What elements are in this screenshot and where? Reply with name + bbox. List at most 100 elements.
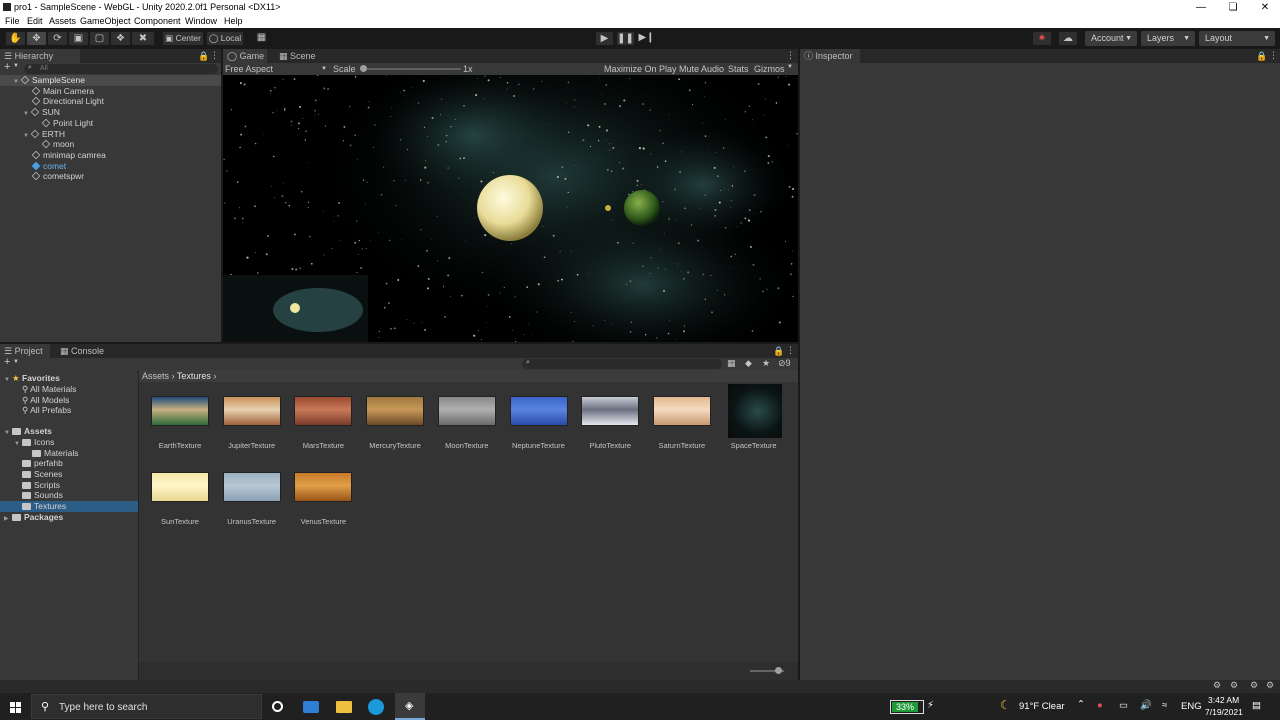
- close-icon[interactable]: ✕: [1248, 0, 1280, 15]
- wifi-icon[interactable]: ≈: [1162, 700, 1167, 711]
- mail-icon[interactable]: [303, 701, 319, 713]
- maximize-on-play-toggle[interactable]: Maximize On Play: [604, 64, 677, 74]
- expand-arrow-icon[interactable]: ▶: [4, 514, 12, 525]
- asset-tile[interactable]: VenusTexture: [287, 472, 359, 542]
- hierarchy-item[interactable]: comet: [0, 161, 221, 172]
- filter-label-icon[interactable]: ◆: [745, 358, 752, 369]
- battery-indicator[interactable]: 33%: [890, 700, 924, 714]
- transform-tool-icon[interactable]: ❖: [110, 31, 131, 46]
- hierarchy-item[interactable]: ▼ ERTH: [0, 129, 221, 140]
- lock-icon[interactable]: 🔒: [773, 346, 784, 357]
- layers-dropdown[interactable]: Layers ▼: [1141, 31, 1195, 46]
- aspect-dropdown[interactable]: Free Aspect ▼: [225, 63, 329, 75]
- folder-tree-item[interactable]: ▶ Packages: [0, 512, 138, 523]
- breadcrumb-textures[interactable]: Textures: [177, 371, 211, 381]
- hand-tool-icon[interactable]: ✋: [5, 31, 26, 46]
- asset-tile[interactable]: SpaceTexture: [718, 384, 790, 466]
- antivirus-icon[interactable]: ●: [1097, 700, 1103, 711]
- tab-hierarchy[interactable]: ☰ Hierarchy: [0, 49, 80, 63]
- thumbnail-size-slider-thumb[interactable]: [775, 667, 782, 674]
- scale-tool-icon[interactable]: ▣: [68, 31, 89, 46]
- scale-slider-thumb[interactable]: [360, 65, 367, 72]
- hierarchy-item[interactable]: moon: [0, 139, 221, 150]
- clock-time[interactable]: 3:42 AM: [1208, 695, 1239, 705]
- hierarchy-item[interactable]: cometspwr: [0, 171, 221, 182]
- panel-menu-icon[interactable]: ⋮: [786, 345, 795, 356]
- tab-inspector[interactable]: ⓘ Inspector: [800, 49, 860, 63]
- asset-tile[interactable]: JupiterTexture: [216, 396, 288, 466]
- menu-window[interactable]: Window: [185, 16, 217, 26]
- asset-tile[interactable]: UranusTexture: [216, 472, 288, 542]
- project-search-input[interactable]: ⌕: [522, 359, 722, 369]
- cloud-icon[interactable]: ☁: [1058, 31, 1078, 46]
- hierarchy-item[interactable]: minimap camrea: [0, 150, 221, 161]
- hierarchy-search-input[interactable]: ⌕ All: [24, 64, 218, 74]
- file-explorer-icon[interactable]: [336, 701, 352, 713]
- scale-slider[interactable]: [360, 65, 461, 72]
- stats-toggle[interactable]: Stats: [728, 64, 749, 74]
- cortana-icon[interactable]: [272, 701, 283, 712]
- tab-scene[interactable]: ▦ Scene: [275, 49, 319, 63]
- lock-icon[interactable]: 🔒: [1256, 51, 1267, 62]
- menu-component[interactable]: Component: [134, 16, 181, 26]
- minimize-icon[interactable]: —: [1184, 0, 1218, 15]
- custom-tool-icon[interactable]: ✖: [131, 31, 155, 46]
- hierarchy-item[interactable]: ▼ SUN: [0, 107, 221, 118]
- language-indicator[interactable]: ENG: [1181, 701, 1202, 712]
- folder-tree-item[interactable]: Sounds: [0, 490, 138, 501]
- asset-tile[interactable]: EarthTexture: [144, 396, 216, 466]
- hierarchy-item[interactable]: Main Camera: [0, 86, 221, 97]
- hierarchy-item[interactable]: ▼ SampleScene: [0, 75, 221, 86]
- folder-tree-item[interactable]: Materials: [0, 448, 138, 459]
- grid-snap-icon[interactable]: ▦: [254, 31, 269, 46]
- folder-tree-item[interactable]: Textures: [0, 501, 138, 512]
- device-icon[interactable]: ▭: [1119, 700, 1128, 711]
- weather-text[interactable]: 91°F Clear: [1019, 701, 1065, 712]
- add-icon[interactable]: +: [4, 356, 10, 368]
- panel-menu-icon[interactable]: ⋮: [1269, 50, 1278, 61]
- favorites-header[interactable]: ▼ ★ Favorites: [0, 373, 60, 384]
- account-dropdown[interactable]: Account ▼: [1085, 31, 1137, 46]
- folder-tree-item[interactable]: ▼ Icons: [0, 437, 138, 448]
- asset-tile[interactable]: SaturnTexture: [646, 396, 718, 466]
- menu-help[interactable]: Help: [224, 16, 243, 26]
- folder-tree-item[interactable]: Scenes: [0, 469, 138, 480]
- speaker-icon[interactable]: 🔊: [1140, 700, 1152, 711]
- menu-assets[interactable]: Assets: [49, 16, 76, 26]
- asset-tile[interactable]: PlutoTexture: [574, 396, 646, 466]
- unity-taskbar-button[interactable]: ◈: [395, 693, 425, 720]
- asset-tile[interactable]: NeptuneTexture: [503, 396, 575, 466]
- asset-tile[interactable]: MoonTexture: [431, 396, 503, 466]
- favorite-star-icon[interactable]: ★: [762, 358, 770, 369]
- pivot-local-button[interactable]: ◯ Local: [206, 31, 244, 46]
- folder-tree-item[interactable]: perfahb: [0, 458, 138, 469]
- lock-icon[interactable]: 🔒: [198, 51, 209, 62]
- folder-tree-item[interactable]: ▼ Assets: [0, 426, 138, 437]
- menu-file[interactable]: File: [5, 16, 20, 26]
- filter-type-icon[interactable]: ▦: [727, 358, 736, 369]
- hierarchy-item[interactable]: Point Light: [0, 118, 221, 129]
- breadcrumb-assets[interactable]: Assets: [142, 371, 169, 381]
- folder-tree-item[interactable]: Scripts: [0, 480, 138, 491]
- tab-game[interactable]: ◯ Game: [223, 49, 267, 63]
- pivot-center-button[interactable]: ▣ Center: [162, 31, 204, 46]
- favorite-item[interactable]: ⚲ All Materials: [0, 384, 76, 395]
- game-viewport[interactable]: [223, 75, 798, 342]
- panel-menu-icon[interactable]: ⋮: [786, 50, 795, 61]
- clock-date[interactable]: 7/19/2021: [1205, 707, 1243, 717]
- hidden-eye-icon[interactable]: ⊘9: [778, 358, 791, 369]
- collab-icon[interactable]: ✷: [1032, 31, 1052, 46]
- notifications-icon[interactable]: ▤: [1252, 700, 1261, 711]
- chevron-up-icon[interactable]: ⌃: [1077, 699, 1085, 710]
- pause-button[interactable]: ❚❚: [616, 31, 635, 46]
- hierarchy-item[interactable]: Directional Light: [0, 96, 221, 107]
- menu-gameobject[interactable]: GameObject: [80, 16, 131, 26]
- play-button[interactable]: ▶: [595, 31, 614, 46]
- favorite-item[interactable]: ⚲ All Models: [0, 395, 69, 406]
- mute-audio-toggle[interactable]: Mute Audio: [679, 64, 724, 74]
- thumbnail-size-slider[interactable]: [750, 667, 784, 674]
- favorite-item[interactable]: ⚲ All Prefabs: [0, 405, 71, 416]
- asset-tile[interactable]: SunTexture: [144, 472, 216, 542]
- menu-edit[interactable]: Edit: [27, 16, 43, 26]
- edge-browser-icon[interactable]: [368, 699, 384, 715]
